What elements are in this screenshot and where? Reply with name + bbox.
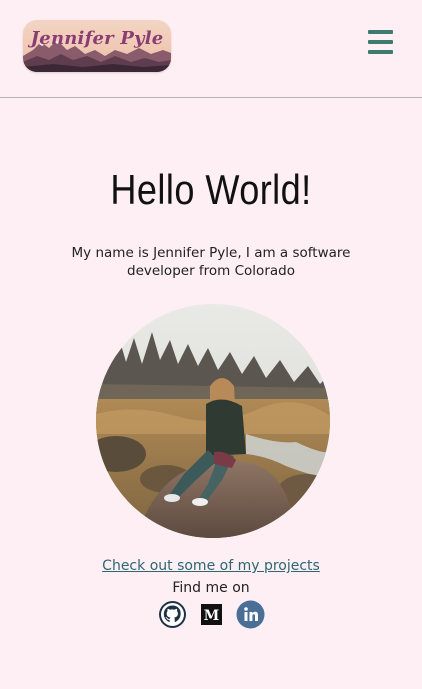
profile-photo-art	[96, 304, 330, 538]
social-links: M	[0, 600, 422, 629]
github-icon	[158, 601, 186, 628]
linkedin-icon	[236, 600, 264, 629]
medium-icon: M	[200, 604, 222, 625]
hamburger-menu-button[interactable]	[365, 27, 397, 57]
intro-text: My name is Jennifer Pyle, I am a softwar…	[71, 245, 351, 279]
page-title: Hello World!	[110, 166, 312, 213]
projects-link[interactable]: Check out some of my projects	[0, 558, 422, 574]
medium-link[interactable]: M	[197, 600, 226, 629]
hamburger-line	[368, 50, 393, 54]
hamburger-menu-icon	[368, 30, 393, 34]
logo-text: Jennifer Pyle	[30, 28, 164, 49]
find-me-label: Find me on	[172, 580, 250, 596]
linkedin-link[interactable]	[236, 600, 265, 629]
svg-text:M: M	[203, 608, 219, 624]
logo[interactable]: Jennifer Pyle	[23, 20, 171, 72]
hamburger-line	[368, 40, 393, 44]
site-header: Jennifer Pyle	[0, 0, 422, 98]
profile-photo	[96, 304, 330, 538]
github-link[interactable]	[158, 600, 187, 629]
